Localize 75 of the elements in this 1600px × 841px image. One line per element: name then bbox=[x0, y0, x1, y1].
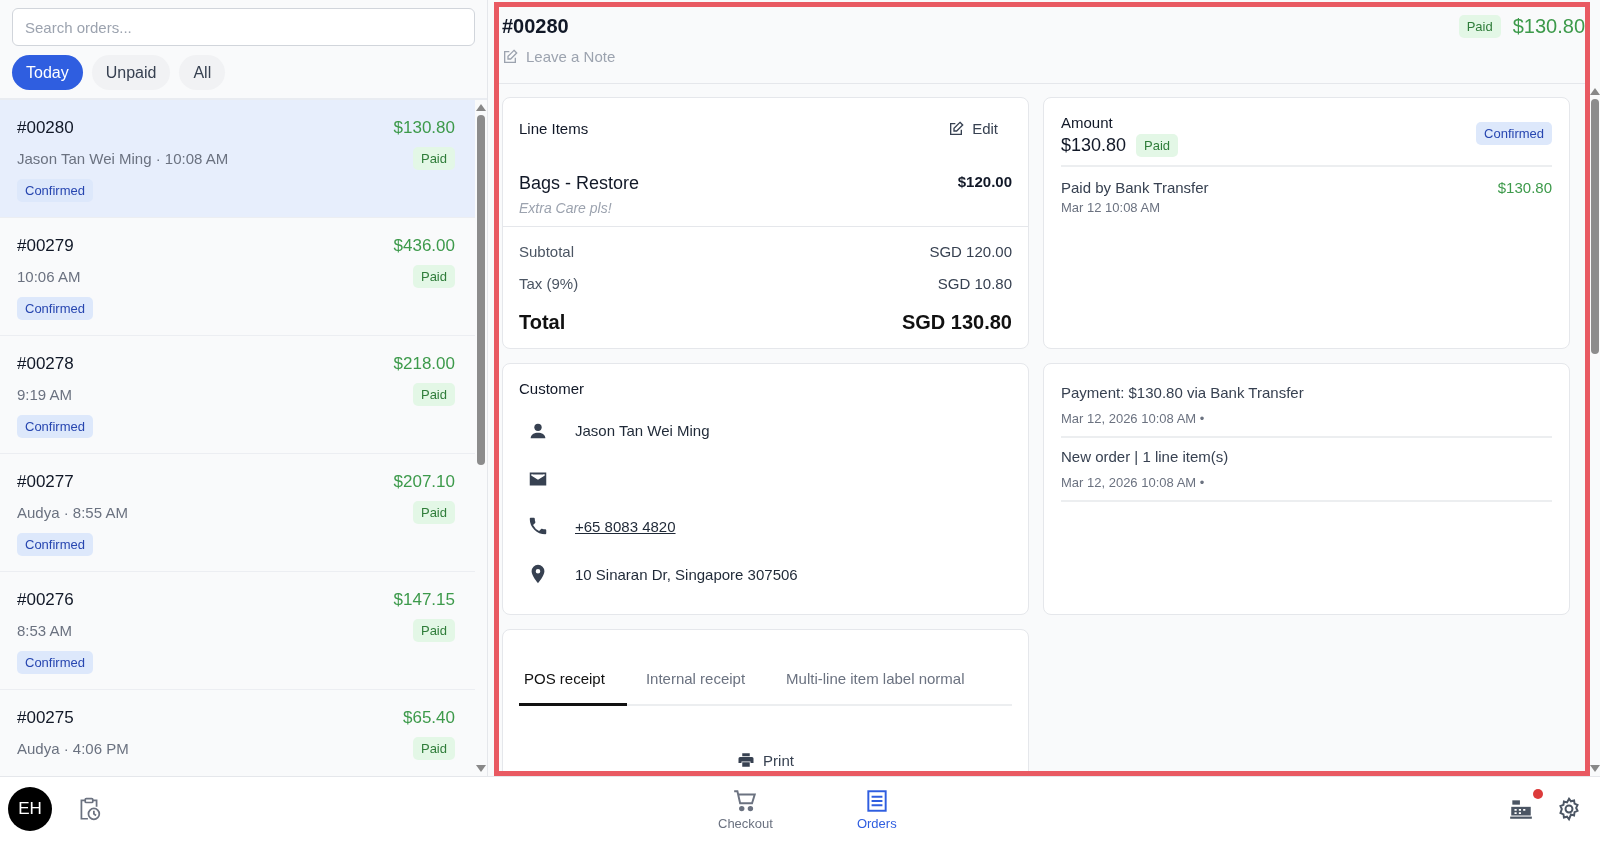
order-meta: Audya · 8:55 AM bbox=[17, 504, 128, 521]
order-number: #00276 bbox=[17, 590, 74, 610]
filter-chip[interactable]: All bbox=[179, 55, 226, 90]
customer-detail: Jason Tan Wei Ming bbox=[575, 422, 710, 440]
total-label: Subtotal bbox=[519, 243, 575, 260]
item-note: Extra Care pls! bbox=[519, 200, 613, 216]
order-meta: Jason Tan Wei Ming · 10:08 AM bbox=[17, 150, 229, 167]
receipt-tab[interactable]: Multi-line item label normal bbox=[781, 656, 987, 706]
card-title: Line Items bbox=[519, 120, 589, 137]
status-badge: Confirmed bbox=[17, 533, 93, 556]
search-field[interactable]: Search orders... bbox=[12, 8, 475, 46]
settings-icon[interactable] bbox=[1556, 796, 1582, 822]
order-meta: 10:06 AM bbox=[17, 268, 81, 285]
customer-detail: 10 Sinaran Dr, Singapore 307506 bbox=[575, 565, 798, 583]
order-number: #00280 bbox=[17, 118, 74, 138]
amount-value: $130.80 bbox=[1061, 135, 1127, 156]
total-value: SGD 130.80 bbox=[901, 311, 1012, 334]
status-badge: Confirmed bbox=[17, 651, 93, 674]
order-title: #00280 bbox=[502, 15, 570, 38]
order-amount: $130.80 bbox=[393, 118, 455, 138]
payment-badge: Paid bbox=[412, 737, 455, 760]
status-badge: Confirmed bbox=[17, 297, 93, 320]
print-button[interactable]: Print bbox=[731, 750, 800, 770]
order-amount: $218.00 bbox=[393, 354, 455, 374]
printer-icon bbox=[737, 751, 756, 769]
order-number: #00275 bbox=[17, 708, 74, 728]
payment-badge: Paid bbox=[1136, 134, 1179, 157]
phone-link[interactable]: +65 8083 4820 bbox=[575, 517, 676, 535]
order-meta: 8:53 AM bbox=[17, 622, 73, 639]
order-number: #00278 bbox=[17, 354, 74, 374]
edit-button[interactable]: Edit bbox=[948, 120, 1012, 137]
payment-badge: Paid bbox=[412, 619, 455, 642]
nav-tab[interactable]: Orders bbox=[842, 787, 911, 831]
edit-icon bbox=[502, 48, 518, 65]
activity-text: New order | 1 line item(s) bbox=[1061, 448, 1230, 465]
status-badge: Confirmed bbox=[1476, 122, 1552, 145]
order-item[interactable]: #00280 $130.80 Jason Tan Wei Ming · 10:08 AM Paid Confirmed bbox=[0, 100, 475, 218]
order-amount: $207.10 bbox=[393, 472, 455, 492]
user-avatar[interactable]: EH bbox=[8, 787, 52, 831]
filter-chip[interactable]: Unpaid bbox=[91, 55, 171, 90]
total-label: Total bbox=[519, 311, 566, 334]
order-meta: Audya · 4:06 PM bbox=[17, 740, 129, 757]
activity-text: Payment: $130.80 via Bank Transfer bbox=[1061, 384, 1305, 401]
order-amount: $436.00 bbox=[393, 236, 455, 256]
edit-icon bbox=[948, 120, 965, 137]
order-number: #00279 bbox=[17, 236, 74, 256]
payment-badge: Paid bbox=[412, 383, 455, 406]
order-amount: $65.40 bbox=[403, 708, 455, 728]
status-badge: Confirmed bbox=[17, 179, 93, 202]
cart-icon bbox=[732, 787, 759, 814]
order-meta: 9:19 AM bbox=[17, 386, 73, 403]
payment-badge: Paid bbox=[412, 501, 455, 524]
card-title: Amount bbox=[1061, 114, 1114, 131]
activity-time: Mar 12, 2026 10:08 AM • bbox=[1061, 411, 1206, 426]
payment-badge: Paid bbox=[1458, 15, 1501, 38]
card-title: Customer bbox=[519, 380, 586, 397]
status-badge: Confirmed bbox=[17, 415, 93, 438]
total-value: SGD 10.80 bbox=[937, 275, 1012, 292]
item-price: $120.00 bbox=[957, 173, 1012, 192]
nav-tab[interactable]: Checkout bbox=[704, 787, 787, 831]
receipt-tab[interactable]: Internal receipt bbox=[640, 656, 768, 706]
order-number: #00277 bbox=[17, 472, 74, 492]
total-label: Tax (9%) bbox=[519, 275, 579, 292]
order-amount: $147.15 bbox=[393, 590, 455, 610]
order-total: $130.80 bbox=[1512, 15, 1585, 38]
payment-amount: $130.80 bbox=[1497, 179, 1552, 198]
total-value: SGD 120.00 bbox=[929, 243, 1012, 260]
payment-time: Mar 12 10:08 AM bbox=[1061, 200, 1161, 215]
filter-chip[interactable]: Today bbox=[12, 55, 83, 90]
payment-badge: Paid bbox=[412, 147, 455, 170]
activity-time: Mar 12, 2026 10:08 AM • bbox=[1061, 475, 1206, 490]
receipt-tab[interactable]: POS receipt bbox=[519, 656, 627, 706]
payment-method: Paid by Bank Transfer bbox=[1061, 179, 1209, 196]
payment-badge: Paid bbox=[412, 265, 455, 288]
item-name: Bags - Restore bbox=[519, 173, 640, 194]
